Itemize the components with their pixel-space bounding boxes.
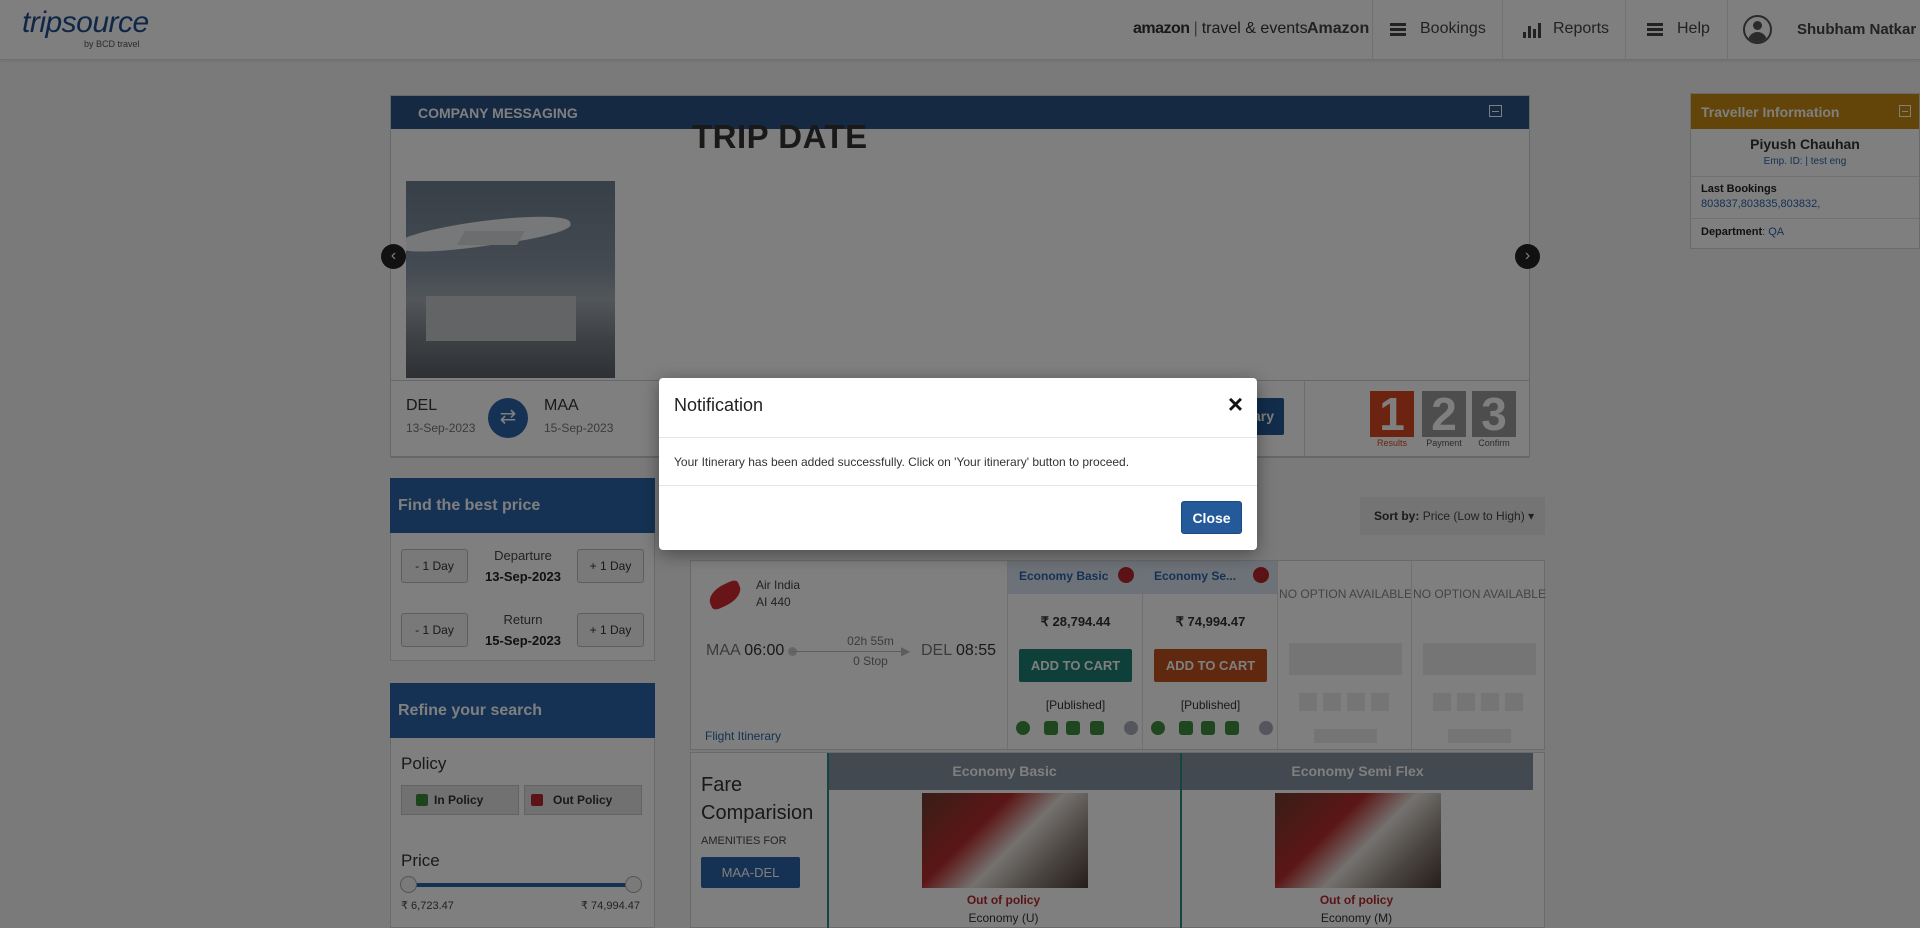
close-icon[interactable]: × — [1228, 391, 1243, 417]
dialog-title: Notification — [674, 395, 764, 415]
notification-dialog: Notification × Your Itinerary has been a… — [659, 378, 1257, 550]
dialog-message: Your Itinerary has been added successful… — [674, 455, 1130, 469]
close-button[interactable]: Close — [1181, 501, 1242, 534]
